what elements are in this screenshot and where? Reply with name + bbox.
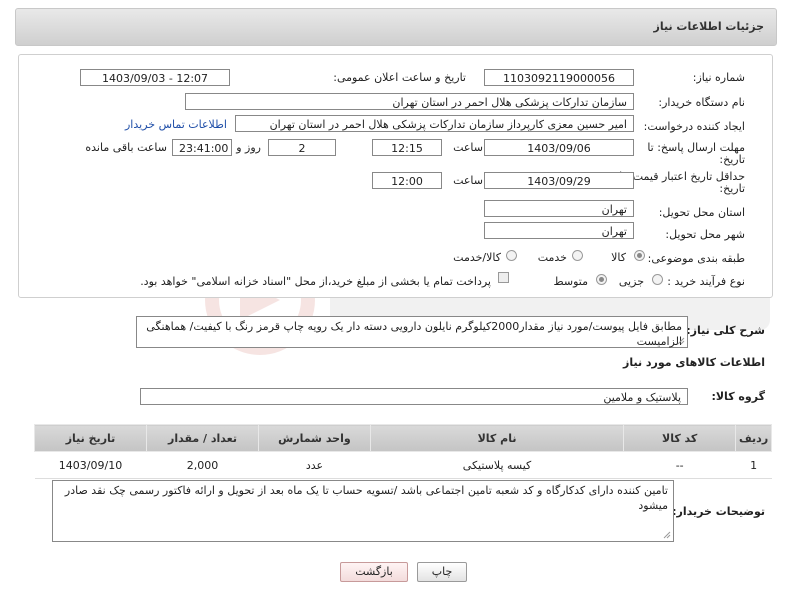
col-name: نام کالا <box>369 424 625 452</box>
goods-table-header: ردیف کد کالا نام کالا واحد شمارش تعداد /… <box>33 424 772 452</box>
table-row: 1 -- کیسه پلاستیکی عدد 2,000 1403/09/10 <box>34 451 772 479</box>
validity-date-label: تاریخ: <box>719 182 745 195</box>
city-field[interactable]: تهران <box>484 222 634 239</box>
cell-name: کیسه پلاستیکی <box>370 451 624 479</box>
days-label: روز و <box>236 141 261 154</box>
goods-group-label: گروه کالا: <box>711 390 765 403</box>
col-row: ردیف <box>735 424 772 452</box>
cell-row: 1 <box>735 451 772 479</box>
remaining-time-field[interactable]: 23:41:00 <box>172 139 232 156</box>
page-title: جزئیات اطلاعات نیاز <box>653 20 765 33</box>
deadline-time-label: ساعت <box>453 141 483 154</box>
col-unit: واحد شمارش <box>257 424 371 452</box>
category-goods-label: کالا <box>611 251 626 264</box>
deadline-date-field[interactable]: 1403/09/06 <box>484 139 634 156</box>
goods-table: ردیف کد کالا نام کالا واحد شمارش تعداد /… <box>33 424 772 479</box>
validity-date-field[interactable]: 1403/09/29 <box>484 172 634 189</box>
province-label: استان محل تحویل: <box>658 206 745 219</box>
days-field[interactable]: 2 <box>268 139 336 156</box>
announce-field[interactable]: 1403/09/03 - 12:07 <box>80 69 230 86</box>
col-qty: تعداد / مقدار <box>146 424 259 452</box>
buyer-org-label: نام دستگاه خریدار: <box>658 96 745 109</box>
back-button[interactable]: بازگشت <box>340 562 408 582</box>
description-label: شرح کلی نیاز: <box>686 324 765 337</box>
resize-handle-icon[interactable] <box>663 531 671 539</box>
city-label: شهر محل تحویل: <box>665 228 745 241</box>
process-minor-label: جزیی <box>618 275 644 288</box>
deadline-date-label: تاریخ: <box>719 153 745 166</box>
process-label: نوع فرآیند خرید : <box>667 275 745 288</box>
buyer-notes-text: تامین کننده دارای کدکارگاه و کد شعبه تام… <box>64 484 668 512</box>
need-number-field[interactable]: 1103092119000056 <box>484 69 634 86</box>
description-text: مطابق فایل پیوست/مورد نیاز مقدار2000کیلو… <box>146 320 682 348</box>
description-textarea[interactable]: مطابق فایل پیوست/مورد نیاز مقدار2000کیلو… <box>136 316 688 348</box>
category-both-radio[interactable] <box>506 250 517 261</box>
buyer-notes-textarea[interactable]: تامین کننده دارای کدکارگاه و کد شعبه تام… <box>52 480 674 542</box>
resize-handle-icon[interactable] <box>677 337 685 345</box>
category-goods-radio[interactable] <box>634 250 645 261</box>
buyer-org-field[interactable]: سازمان تدارکات پزشکی هلال احمر در استان … <box>185 93 634 110</box>
header-bar: جزئیات اطلاعات نیاز <box>15 8 777 46</box>
validity-time-field[interactable]: 12:00 <box>372 172 442 189</box>
requester-field[interactable]: امیر حسین معزی کارپرداز سازمان تدارکات پ… <box>235 115 634 132</box>
cell-unit: عدد <box>258 451 371 479</box>
cell-date: 1403/09/10 <box>34 451 147 479</box>
province-field[interactable]: تهران <box>484 200 634 217</box>
buyer-notes-label: توضیحات خریدار: <box>672 505 765 518</box>
category-service-radio[interactable] <box>572 250 583 261</box>
treasury-note: پرداخت تمام یا بخشی از مبلغ خرید،از محل … <box>140 275 491 288</box>
process-minor-radio[interactable] <box>652 274 663 285</box>
contact-info-link[interactable]: اطلاعات تماس خریدار <box>125 118 227 131</box>
process-medium-radio[interactable] <box>596 274 607 285</box>
process-medium-label: متوسط <box>553 275 588 288</box>
remaining-label: ساعت باقی مانده <box>85 141 167 154</box>
print-button[interactable]: چاپ <box>417 562 467 582</box>
category-label: طبقه بندی موضوعی: <box>647 252 745 265</box>
announce-label: تاریخ و ساعت اعلان عمومی: <box>333 71 466 84</box>
goods-section-title: اطلاعات کالاهای مورد نیاز <box>623 356 765 369</box>
requester-label: ایجاد کننده درخواست: <box>643 120 745 133</box>
goods-group-field[interactable]: پلاستیک و ملامین <box>140 388 688 405</box>
cell-qty: 2,000 <box>146 451 259 479</box>
treasury-checkbox[interactable] <box>498 272 509 283</box>
category-both-label: کالا/خدمت <box>453 251 501 264</box>
cell-code: -- <box>623 451 736 479</box>
category-service-label: خدمت <box>537 251 567 264</box>
col-date: تاریخ نیاز <box>33 424 148 452</box>
validity-time-label: ساعت <box>453 174 483 187</box>
need-number-label: شماره نیاز: <box>692 71 745 84</box>
col-code: کد کالا <box>623 424 737 452</box>
deadline-time-field[interactable]: 12:15 <box>372 139 442 156</box>
